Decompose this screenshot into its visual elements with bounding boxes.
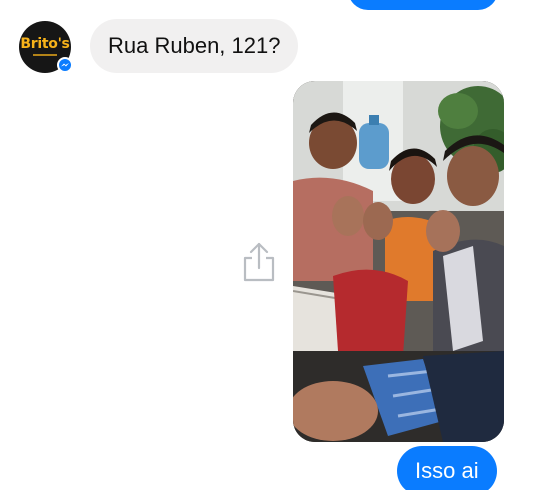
brand-logo-icon: Brito's <box>20 36 70 52</box>
incoming-message-bubble[interactable]: Rua Ruben, 121? <box>90 19 299 73</box>
share-icon[interactable] <box>239 240 279 284</box>
logo-underline <box>33 54 57 56</box>
previous-outgoing-bubble[interactable] <box>348 0 498 10</box>
photo-attachment[interactable] <box>293 81 504 442</box>
message-text: Rua Ruben, 121? <box>108 33 281 58</box>
messenger-icon <box>57 57 73 73</box>
outgoing-message-bubble[interactable]: Isso ai <box>397 446 497 490</box>
message-text: Isso ai <box>415 458 479 483</box>
